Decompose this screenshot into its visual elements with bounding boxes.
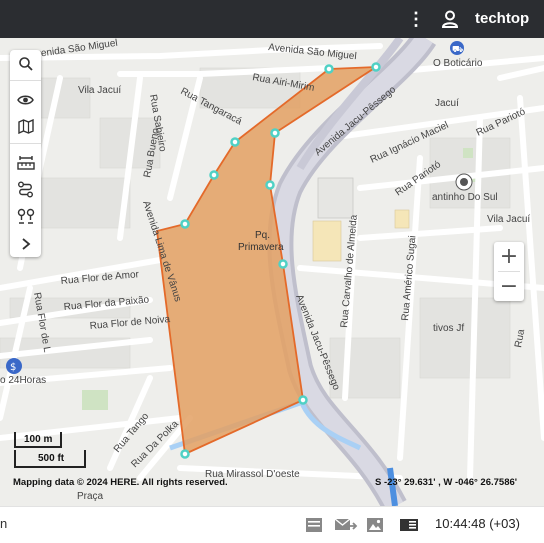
chevron-right-icon[interactable] <box>10 230 41 257</box>
message-icon[interactable] <box>305 517 323 533</box>
top-bar: ⋮ techtop <box>0 0 544 38</box>
park-label: Primavera <box>238 242 284 253</box>
map-icon[interactable] <box>10 113 41 140</box>
kebab-menu-icon[interactable]: ⋮ <box>407 9 425 29</box>
image-icon[interactable] <box>366 517 384 533</box>
street-label: tivos Jf <box>433 323 464 334</box>
clock: 10:44:48 (+03) <box>435 516 520 531</box>
zoom-out-button[interactable]: − <box>494 272 524 301</box>
zoom-control: + − <box>494 242 524 301</box>
map-view[interactable]: Avenida São Miguel Avenida São Miguel Vi… <box>0 38 544 506</box>
scale-metric: 100 m <box>24 434 53 445</box>
street-label: Vila Jacuí <box>487 214 530 225</box>
ruler-icon[interactable] <box>10 149 41 176</box>
search-icon[interactable] <box>10 50 41 77</box>
svg-text:⛟: ⛟ <box>452 45 463 55</box>
street-label: Praça <box>77 491 104 502</box>
map-toolbar <box>10 50 41 257</box>
street-label: Rua Flor de Amor <box>60 269 140 287</box>
zoom-in-button[interactable]: + <box>494 242 524 271</box>
eye-icon[interactable] <box>10 86 41 113</box>
scale-imperial: 500 ft <box>38 453 65 464</box>
street-label: Jacuí <box>435 98 459 109</box>
street-label: o 24Horas <box>0 375 46 386</box>
user-icon[interactable] <box>440 9 460 29</box>
waypoints-icon[interactable] <box>10 203 41 230</box>
poi-label: O Boticário <box>433 58 483 69</box>
username[interactable]: techtop <box>475 10 529 27</box>
scale-bar: 100 m 500 ft <box>14 432 94 472</box>
poi-label: antinho Do Sul <box>432 192 498 203</box>
status-bar: n 10:44:48 (+03) <box>0 506 544 543</box>
park-label: Pq. <box>255 230 270 241</box>
svg-text:$: $ <box>10 362 16 373</box>
route-icon[interactable] <box>10 176 41 203</box>
status-left-text: n <box>0 516 8 531</box>
map-attribution: Mapping data © 2024 HERE. All rights res… <box>13 477 228 488</box>
street-label: Vila Jacuí <box>78 85 121 96</box>
forward-mail-icon[interactable] <box>334 517 358 533</box>
street-label: Rua <box>513 328 527 348</box>
cursor-coordinates: S -23° 29.631' , W -046° 26.7586' <box>375 477 518 488</box>
book-icon[interactable] <box>399 517 419 533</box>
